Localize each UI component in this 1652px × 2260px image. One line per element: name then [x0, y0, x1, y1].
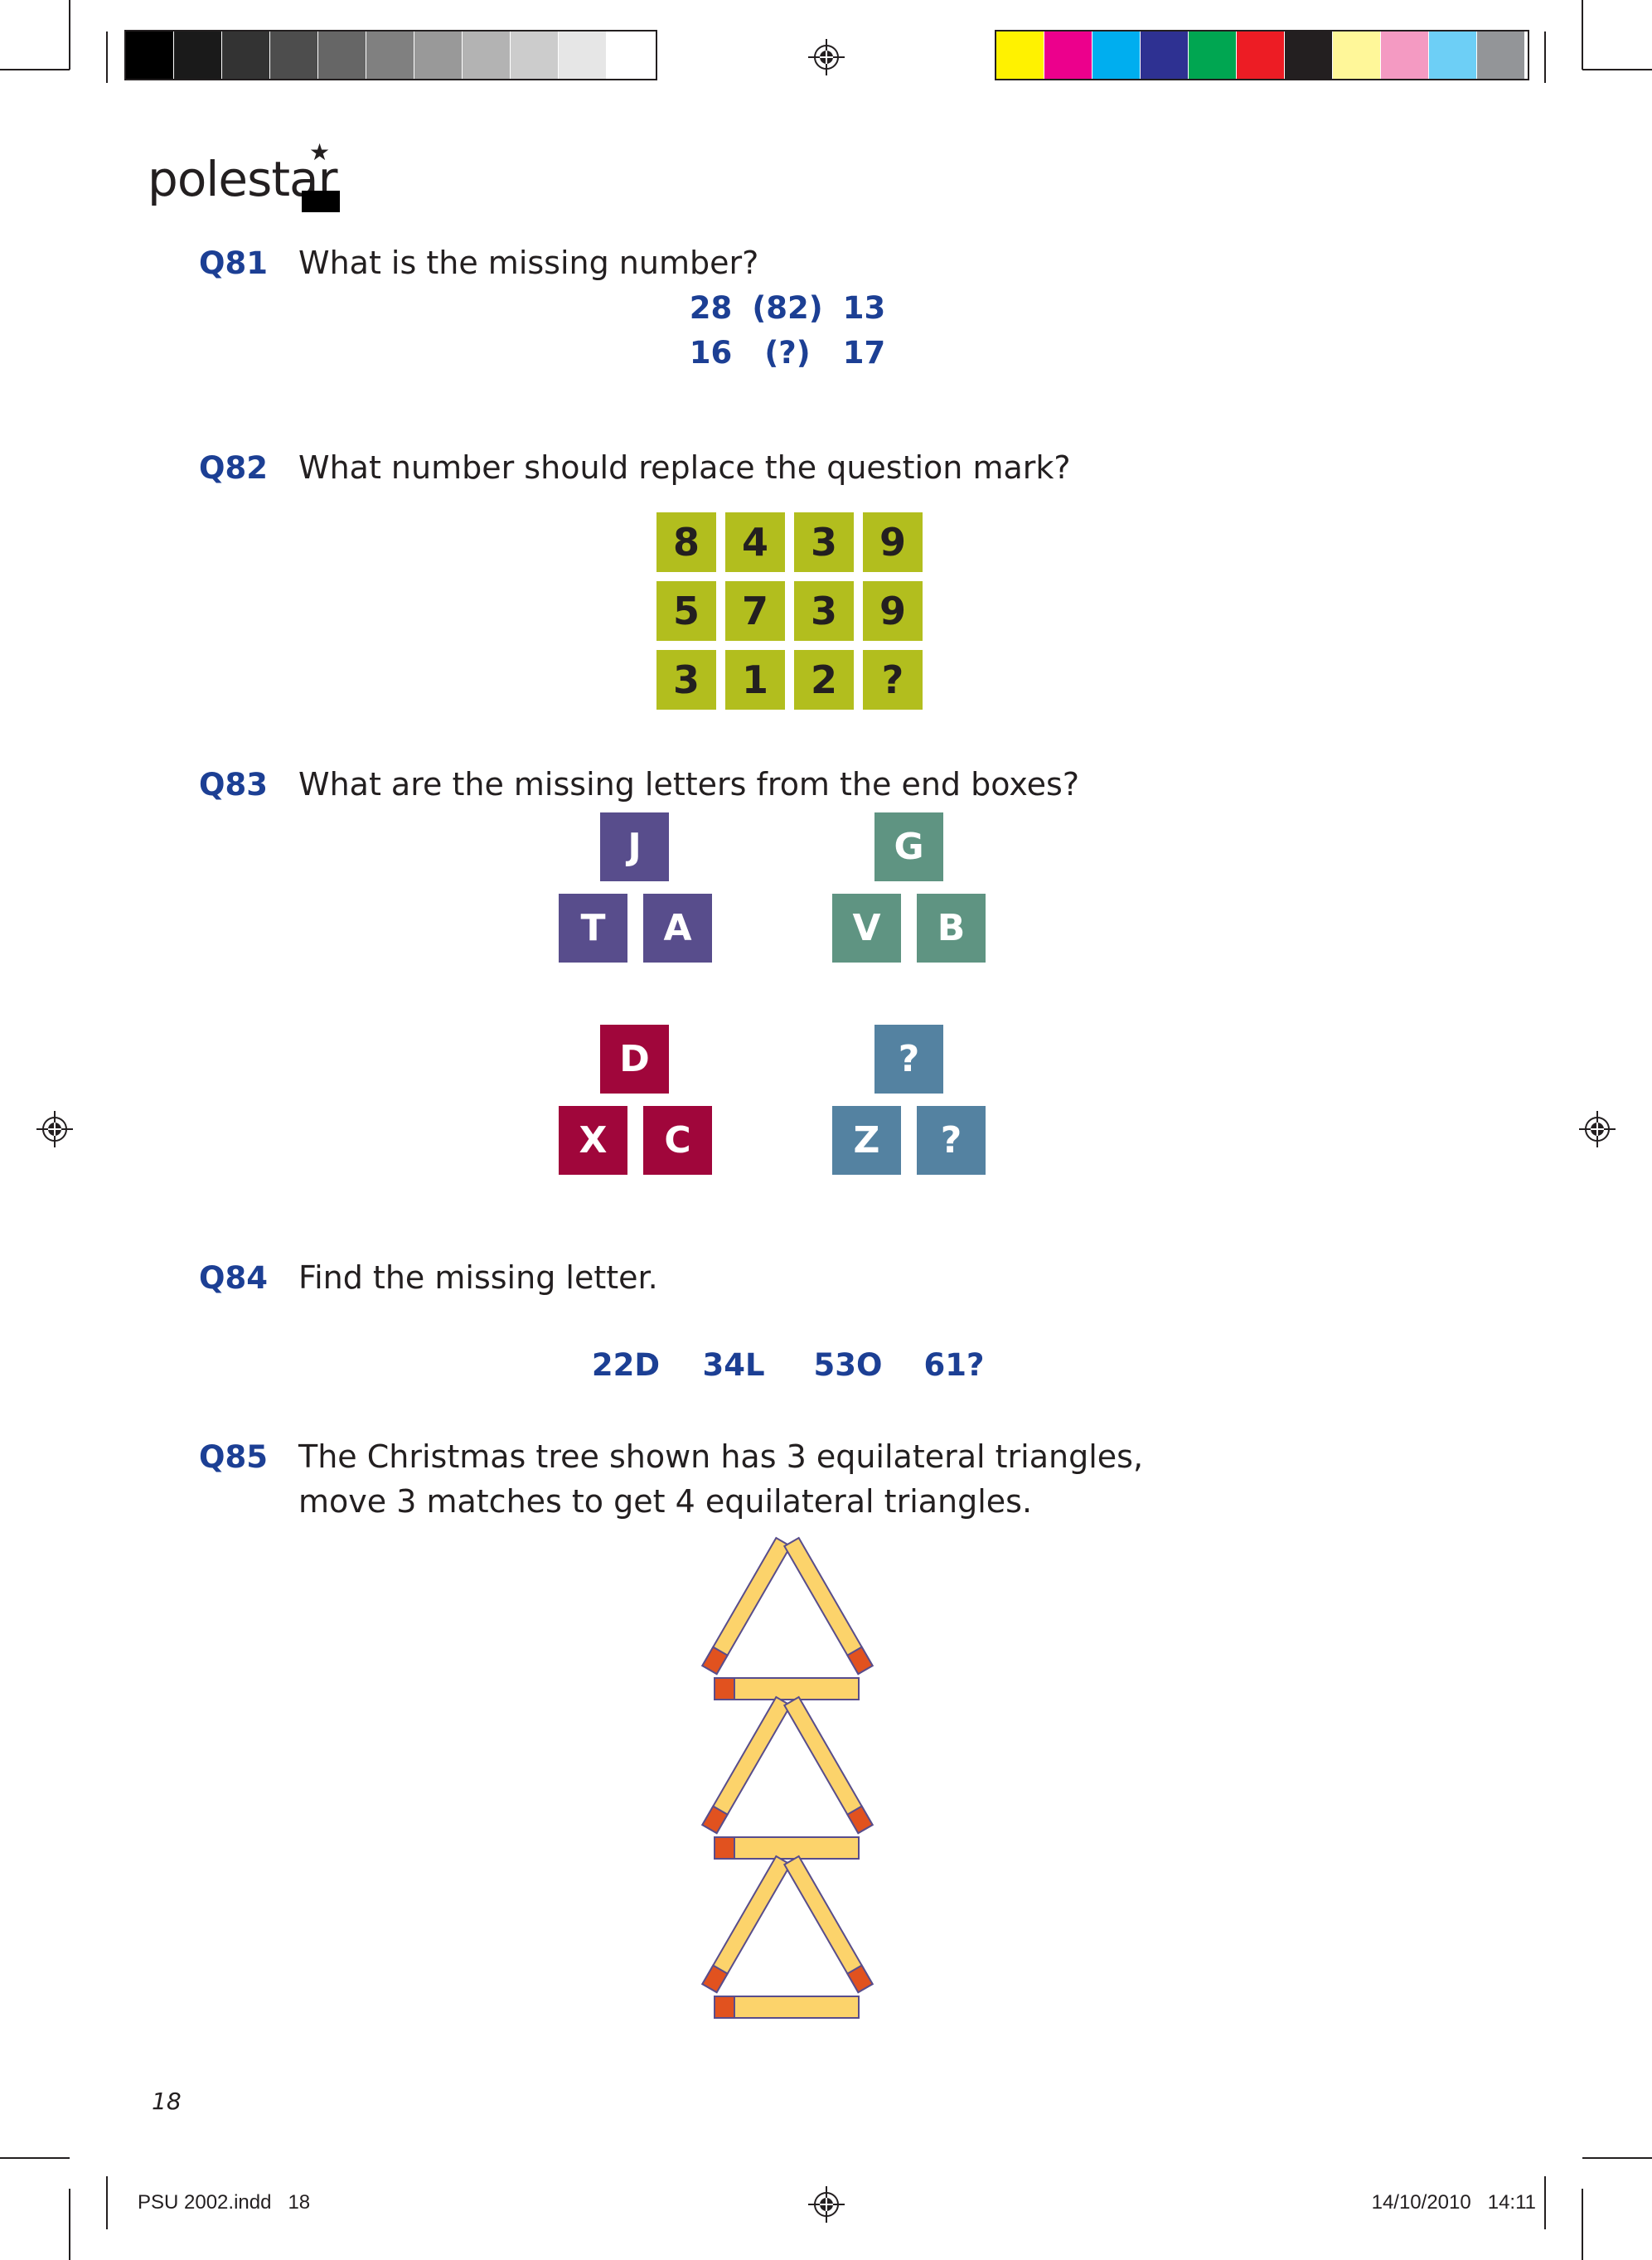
color-swatch [318, 32, 366, 79]
letter-box: B [917, 894, 986, 963]
question-text: The Christmas tree shown has 3 equilater… [298, 1438, 1144, 1475]
color-swatch [607, 32, 654, 79]
color-swatch [126, 32, 173, 79]
crop-mark [1582, 2157, 1652, 2159]
crop-mark [1544, 32, 1546, 83]
q81-cell: 16 [689, 335, 733, 371]
registration-mark-icon [1579, 1111, 1616, 1147]
match-triangle [701, 1696, 874, 1860]
crop-mark [106, 32, 108, 83]
question-text: What number should replace the question … [298, 449, 1071, 486]
sequence-item: 61? [923, 1347, 985, 1383]
color-swatch [1141, 32, 1188, 79]
sequence-item: 53O [813, 1347, 883, 1383]
letter-box: G [874, 812, 943, 881]
match-tree [701, 1537, 874, 2019]
match-triangle [701, 1537, 874, 1700]
color-swatch [270, 32, 317, 79]
sequence-item: 22D [591, 1347, 661, 1383]
q81-cell: 17 [842, 335, 886, 371]
question-number: Q83 [199, 767, 268, 803]
crop-mark [0, 2157, 70, 2159]
sequence-item: 34L [702, 1347, 765, 1383]
grid-cell: 9 [863, 512, 923, 572]
grid-cell: 3 [794, 512, 854, 572]
color-swatch [1429, 32, 1476, 79]
q81-cell: 28 [689, 290, 733, 326]
grid-cell: 8 [656, 512, 716, 572]
page-number: 18 [152, 2088, 182, 2115]
question-number: Q82 [199, 450, 268, 486]
letter-box: X [559, 1106, 627, 1175]
color-swatch [1092, 32, 1140, 79]
letter-box: T [559, 894, 627, 963]
question-text: Find the missing letter. [298, 1259, 658, 1296]
crop-mark [1582, 69, 1652, 70]
letter-box: ? [917, 1106, 986, 1175]
color-swatch [1333, 32, 1380, 79]
crop-mark [1544, 2176, 1546, 2229]
question-text: What are the missing letters from the en… [298, 766, 1080, 803]
letter-box: C [643, 1106, 712, 1175]
grid-cell: 9 [863, 581, 923, 641]
footer-timestamp: 14/10/2010 14:11 [1371, 2191, 1536, 2214]
q81-cell: 13 [842, 290, 886, 326]
crop-mark [1582, 0, 1583, 70]
grid-cell: 2 [794, 650, 854, 710]
star-icon: ★ [309, 138, 331, 166]
grid-cell: 3 [656, 650, 716, 710]
grid-cell: 7 [725, 581, 785, 641]
color-swatch [414, 32, 462, 79]
footer-filename: PSU 2002.indd 18 [138, 2191, 311, 2214]
color-swatch [222, 32, 269, 79]
letter-box: Z [832, 1106, 901, 1175]
color-swatch [1381, 32, 1428, 79]
grid-cell: 5 [656, 581, 716, 641]
question-number: Q85 [199, 1439, 268, 1475]
crop-mark [106, 2176, 108, 2229]
grid-cell: 4 [725, 512, 785, 572]
grid-cell: 1 [725, 650, 785, 710]
color-swatch [996, 32, 1044, 79]
color-swatch [1237, 32, 1284, 79]
question-number: Q81 [199, 245, 268, 281]
q81-cell: (82) [752, 290, 823, 326]
crop-mark [1582, 2189, 1583, 2260]
registration-mark-icon [808, 2186, 845, 2223]
color-swatch [559, 32, 606, 79]
grid-cell: ? [863, 650, 923, 710]
crop-mark [0, 69, 70, 70]
registration-mark-icon [808, 39, 845, 75]
question-text: move 3 matches to get 4 equilateral tria… [298, 1483, 1033, 1520]
letter-box: ? [874, 1025, 943, 1094]
match-triangle [701, 1855, 874, 2019]
letter-box: D [600, 1025, 669, 1094]
color-swatch [463, 32, 510, 79]
color-swatch [511, 32, 558, 79]
color-swatch [1189, 32, 1236, 79]
color-swatch [1044, 32, 1092, 79]
color-swatch [1477, 32, 1524, 79]
logo-block [302, 191, 340, 212]
crop-mark [69, 2189, 70, 2260]
q81-cell: (?) [764, 335, 811, 371]
crop-mark [69, 0, 70, 70]
question-text: What is the missing number? [298, 245, 759, 281]
color-swatch [1285, 32, 1332, 79]
color-swatch [366, 32, 414, 79]
letter-box: A [643, 894, 712, 963]
letter-box: J [600, 812, 669, 881]
question-number: Q84 [199, 1260, 268, 1296]
registration-mark-icon [36, 1111, 73, 1147]
grid-cell: 3 [794, 581, 854, 641]
color-swatch [174, 32, 221, 79]
letter-box: V [832, 894, 901, 963]
